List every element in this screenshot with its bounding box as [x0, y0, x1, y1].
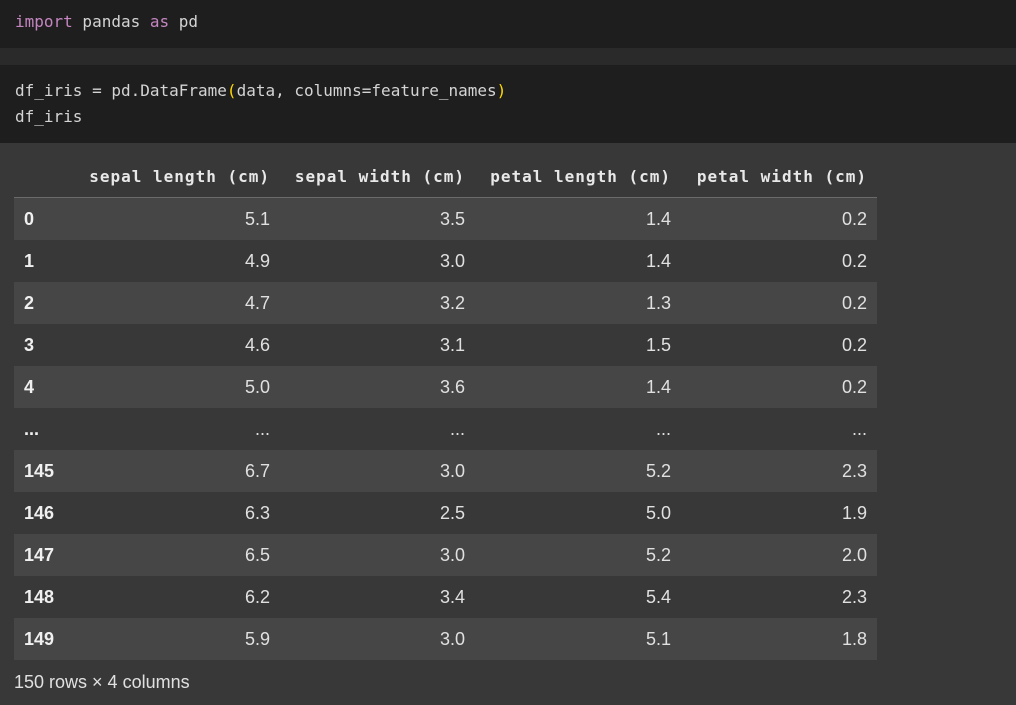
table-cell: 1.5 [645, 334, 671, 355]
table-cell: 4.9 [244, 250, 270, 271]
table-row: 148 6.2 3.4 5.4 2.3 [14, 576, 877, 618]
row-index: 149 [24, 628, 55, 649]
table-cell: ... [449, 418, 465, 439]
table-cell: 0.2 [841, 250, 867, 271]
table-cell: 3.0 [439, 544, 465, 565]
table-cell: 6.7 [244, 460, 270, 481]
table-cell: 6.2 [244, 586, 270, 607]
table-header-row: sepal length (cm) sepal width (cm) petal… [14, 156, 877, 198]
table-row: ............... [14, 408, 877, 450]
table-row: 2 4.7 3.2 1.3 0.2 [14, 282, 877, 324]
row-index: ... [24, 418, 40, 439]
cell-separator [0, 48, 1016, 65]
table-cell: 3.6 [439, 376, 465, 397]
table-cell: 5.1 [244, 208, 270, 229]
table-cell: 4.7 [244, 292, 270, 313]
code-text: df_iris [15, 107, 83, 126]
table-cell: 0.2 [841, 208, 867, 229]
table-cell: 2.3 [841, 460, 867, 481]
paren-close: ) [496, 81, 507, 100]
row-index: 4 [24, 376, 35, 397]
table-row: 147 6.5 3.0 5.2 2.0 [14, 534, 877, 576]
column-header: sepal width (cm) [280, 156, 475, 198]
table-cell: 0.2 [841, 376, 867, 397]
table-cell: 1.4 [645, 376, 671, 397]
table-row: 4 5.0 3.6 1.4 0.2 [14, 366, 877, 408]
code-text: pd [169, 12, 199, 31]
row-index: 147 [24, 544, 55, 565]
row-index: 1 [24, 250, 35, 271]
table-cell: 4.6 [244, 334, 270, 355]
paren-open: ( [226, 81, 237, 100]
row-index: 3 [24, 334, 35, 355]
table-row: 146 6.3 2.5 5.0 1.9 [14, 492, 877, 534]
code-line-import: import pandas as pd [15, 12, 198, 32]
code-text: pandas [72, 12, 150, 31]
table-cell: 3.2 [439, 292, 465, 313]
table-row: 0 5.1 3.5 1.4 0.2 [14, 197, 877, 240]
dataframe-table: sepal length (cm) sepal width (cm) petal… [14, 156, 877, 660]
column-header: sepal length (cm) [74, 156, 280, 198]
table-cell: ... [655, 418, 671, 439]
row-index: 148 [24, 586, 55, 607]
row-index: 2 [24, 292, 35, 313]
table-cell: 5.1 [645, 628, 671, 649]
column-header: petal width (cm) [681, 156, 877, 198]
table-cell: 5.2 [645, 544, 671, 565]
code-text: df_iris = pd.DataFrame [15, 81, 227, 100]
table-cell: 1.8 [841, 628, 867, 649]
code-cell-dataframe[interactable] [0, 65, 1016, 143]
table-shape-summary: 150 rows × 4 columns [14, 672, 190, 692]
table-cell: 6.5 [244, 544, 270, 565]
table-cell: 3.4 [439, 586, 465, 607]
table-cell: 3.0 [439, 460, 465, 481]
table-cell: 3.5 [439, 208, 465, 229]
table-cell: 6.3 [244, 502, 270, 523]
table-cell: 1.9 [841, 502, 867, 523]
table-cell: 0.2 [841, 292, 867, 313]
table-cell: 3.0 [439, 250, 465, 271]
table-cell: 5.4 [645, 586, 671, 607]
table-row: 149 5.9 3.0 5.1 1.8 [14, 618, 877, 660]
table-cell: ... [254, 418, 270, 439]
code-line-dataframe: df_iris = pd.DataFrame(data, columns=fea… [15, 81, 506, 101]
table-corner [14, 156, 74, 198]
row-index: 145 [24, 460, 55, 481]
table-cell: 3.0 [439, 628, 465, 649]
table-cell: 5.9 [244, 628, 270, 649]
table-cell: 1.4 [645, 208, 671, 229]
row-index: 146 [24, 502, 55, 523]
table-cell: 2.5 [439, 502, 465, 523]
table-cell: 2.3 [841, 586, 867, 607]
table-row: 3 4.6 3.1 1.5 0.2 [14, 324, 877, 366]
code-args: data, columns=feature_names [236, 81, 497, 100]
table-row: 1 4.9 3.0 1.4 0.2 [14, 240, 877, 282]
table-cell: 3.1 [439, 334, 465, 355]
table-cell: 1.3 [645, 292, 671, 313]
code-line-df-iris: df_iris [15, 107, 82, 127]
table-cell: 5.0 [645, 502, 671, 523]
table-cell: 5.2 [645, 460, 671, 481]
keyword-as: as [149, 12, 170, 31]
table-cell: 1.4 [645, 250, 671, 271]
column-header: petal length (cm) [475, 156, 681, 198]
keyword-import: import [15, 12, 73, 31]
table-cell: 0.2 [841, 334, 867, 355]
table-row: 145 6.7 3.0 5.2 2.3 [14, 450, 877, 492]
table-cell: ... [851, 418, 867, 439]
table-cell: 5.0 [244, 376, 270, 397]
table-cell: 2.0 [841, 544, 867, 565]
row-index: 0 [24, 208, 35, 229]
